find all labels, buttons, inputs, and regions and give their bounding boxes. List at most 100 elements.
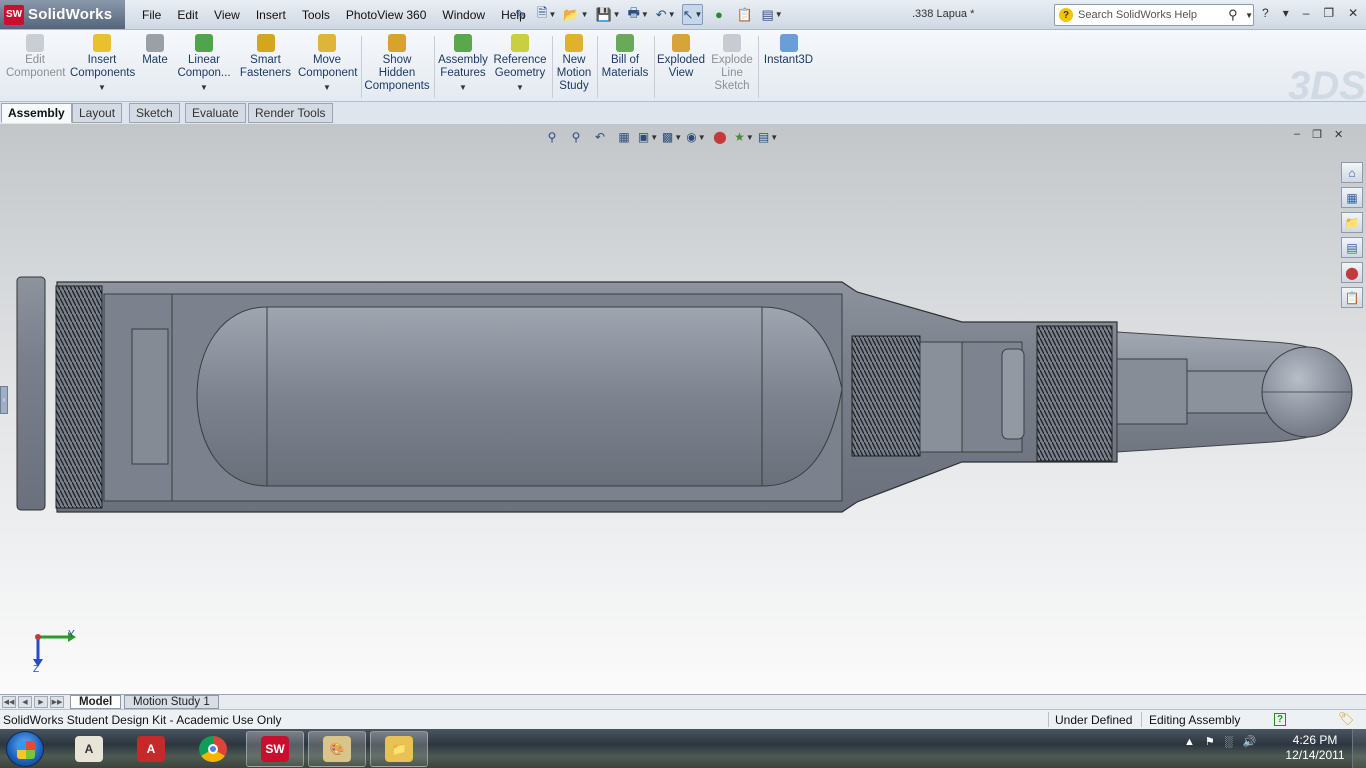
move-component-dropdown-icon[interactable]: ▼ [298, 81, 356, 94]
file-properties-icon[interactable]: 📋 [734, 4, 755, 25]
brand-name: SolidWorks [28, 6, 113, 23]
tag-icon[interactable]: 🏷 [1338, 711, 1355, 727]
smart-fasteners-button[interactable]: Smart Fasteners [238, 34, 293, 80]
search-icon[interactable]: ⚲ [1228, 7, 1244, 23]
select-arrow-icon[interactable]: ↖ ▼ [681, 4, 704, 25]
help-question-icon: ? [1059, 8, 1073, 22]
zoom-to-fit-icon[interactable]: ⚲ [543, 128, 561, 146]
viewport-restore-icon[interactable]: ❐ [1312, 128, 1322, 141]
tab-render-tools[interactable]: Render Tools [248, 103, 333, 123]
first-tab-arrow-icon[interactable]: ◀◀ [2, 696, 16, 708]
show-desktop-button[interactable] [1352, 729, 1366, 768]
taskbar-app-explorer[interactable]: 📁 [370, 731, 428, 767]
file-explorer-icon[interactable]: 📁 [1341, 212, 1363, 233]
help-menu-icon[interactable]: ? [1262, 6, 1269, 20]
last-tab-arrow-icon[interactable]: ▶▶ [50, 696, 64, 708]
new-document-icon[interactable]: 🗎 ▼ [536, 4, 557, 25]
assembly-features-dropdown-icon[interactable]: ▼ [437, 81, 489, 94]
show-hidden-components-button[interactable]: Show Hidden Components [364, 34, 430, 93]
viewport-close-icon[interactable]: ✕ [1334, 128, 1343, 141]
help-search-box[interactable]: ? Search SolidWorks Help ⚲ ▼ [1054, 4, 1254, 26]
chrome-icon [199, 736, 227, 762]
move-component-button[interactable]: Move Component ▼ [298, 34, 357, 94]
hide-show-items-icon[interactable]: ◉ ▼ [686, 128, 705, 146]
menu-view[interactable]: View [206, 7, 248, 23]
show-hidden-icons-arrow[interactable]: ▲ [1184, 736, 1195, 748]
exploded-view-button[interactable]: Exploded View [657, 34, 705, 80]
open-folder-icon[interactable]: 📂 ▼ [562, 4, 589, 25]
inventor-icon: A [137, 736, 165, 762]
insert-components-icon [93, 34, 111, 52]
graphics-area[interactable]: ⚲ ⚲ ↶ ▦ ▣ ▼ ▩ ▼ ◉ ▼ ⬤ ★ ▼ ▤ ▼ – ❐ ✕ ⌂ ▦ 📁 ▤ ⬤… [0, 124, 1366, 694]
bill-of-materials-button[interactable]: Bill of Materials [600, 34, 650, 80]
menu-tools[interactable]: Tools [294, 7, 338, 23]
section-view-icon[interactable]: ▦ [615, 128, 633, 146]
network-signal-icon[interactable]: ░ [1225, 736, 1233, 748]
view-palette-icon[interactable]: ▤ [1341, 237, 1363, 258]
view-orientation-icon[interactable]: ▣ ▼ [638, 128, 658, 146]
menu-file[interactable]: File [134, 7, 169, 23]
edit-component-button[interactable]: Edit Component [6, 34, 65, 80]
help-search-input[interactable]: Search SolidWorks Help [1078, 9, 1228, 21]
design-library-icon[interactable]: ▦ [1341, 187, 1363, 208]
taskbar-app-autocad[interactable]: A [60, 731, 118, 767]
cartridge-assembly-model[interactable] [12, 274, 1358, 524]
reference-geometry-dropdown-icon[interactable]: ▼ [492, 81, 548, 94]
solidworks-resources-icon[interactable]: ⌂ [1341, 162, 1363, 183]
display-style-icon[interactable]: ▩ ▼ [662, 128, 682, 146]
taskbar-app-solidworks[interactable]: SW [246, 731, 304, 767]
rebuild-traffic-light-icon[interactable]: ● [708, 4, 729, 25]
menu-insert[interactable]: Insert [248, 7, 294, 23]
solidworks-logo[interactable]: SW SolidWorks [0, 0, 125, 29]
status-license-text: SolidWorks Student Design Kit - Academic… [3, 713, 282, 727]
menu-window[interactable]: Window [434, 7, 493, 23]
taskbar-app-paint[interactable]: 🎨 [308, 731, 366, 767]
instant3d-button[interactable]: Instant3D [761, 34, 816, 67]
tab-model[interactable]: Model [70, 695, 122, 709]
view-settings-icon[interactable]: ▤ ▼ [758, 128, 778, 146]
undo-icon[interactable]: ↶ ▼ [655, 4, 677, 25]
next-tab-arrow-icon[interactable]: ▶ [34, 696, 48, 708]
status-help-icon[interactable]: ? [1274, 713, 1286, 726]
menu-edit[interactable]: Edit [169, 7, 206, 23]
insert-components-dropdown-icon[interactable]: ▼ [70, 81, 134, 94]
insert-components-button[interactable]: Insert Components ▼ [70, 34, 135, 94]
restore-icon[interactable]: ❐ [1323, 6, 1334, 20]
apply-scene-icon[interactable]: ★ ▼ [734, 128, 754, 146]
start-button[interactable] [6, 731, 44, 767]
explode-line-sketch-button[interactable]: Explode Line Sketch [709, 34, 755, 93]
volume-speaker-icon[interactable]: 🔊 [1243, 735, 1257, 748]
taskbar-app-chrome[interactable] [184, 731, 242, 767]
print-icon[interactable]: 🖶 ▼ [627, 4, 650, 25]
tab-sketch[interactable]: Sketch [129, 103, 180, 123]
viewport-minimize-icon[interactable]: – [1294, 128, 1300, 141]
close-icon[interactable]: ✕ [1348, 6, 1358, 20]
linear-component-pattern-button[interactable]: Linear Compon... ▼ [175, 34, 233, 94]
taskbar-app-inventor[interactable]: A [122, 731, 180, 767]
previous-tab-arrow-icon[interactable]: ◀ [18, 696, 32, 708]
tab-evaluate[interactable]: Evaluate [185, 103, 246, 123]
reference-geometry-button[interactable]: Reference Geometry ▼ [492, 34, 548, 94]
zoom-to-area-icon[interactable]: ⚲ [567, 128, 585, 146]
edit-appearance-icon[interactable]: ⬤ [711, 128, 729, 146]
tab-layout[interactable]: Layout [72, 103, 123, 123]
mate-button[interactable]: Mate [139, 34, 171, 67]
assembly-features-button[interactable]: Assembly Features ▼ [437, 34, 489, 94]
previous-view-icon[interactable]: ↶ [591, 128, 609, 146]
options-icon[interactable]: ▤ ▼ [760, 4, 783, 25]
system-clock[interactable]: 4:26 PM 12/14/2011 [1284, 733, 1346, 763]
tab-assembly[interactable]: Assembly [1, 103, 72, 123]
linear-pattern-dropdown-icon[interactable]: ▼ [175, 81, 233, 94]
menu-photoview[interactable]: PhotoView 360 [338, 7, 435, 23]
save-icon[interactable]: 💾 ▼ [594, 4, 621, 25]
explode-line-sketch-icon [723, 34, 741, 52]
help-dropdown-icon[interactable]: ▾ [1283, 6, 1289, 20]
tab-motion-study-1[interactable]: Motion Study 1 [124, 695, 219, 709]
pin-menu-icon[interactable]: ✎ [510, 4, 531, 25]
feature-manager-expand-handle[interactable]: › [0, 386, 8, 414]
minimize-icon[interactable]: – [1303, 6, 1310, 20]
new-motion-study-button[interactable]: New Motion Study [555, 34, 593, 93]
action-center-flag-icon[interactable]: ⚑ [1205, 735, 1215, 748]
status-bar: SolidWorks Student Design Kit - Academic… [0, 709, 1366, 729]
search-dropdown-icon[interactable]: ▼ [1245, 11, 1253, 20]
